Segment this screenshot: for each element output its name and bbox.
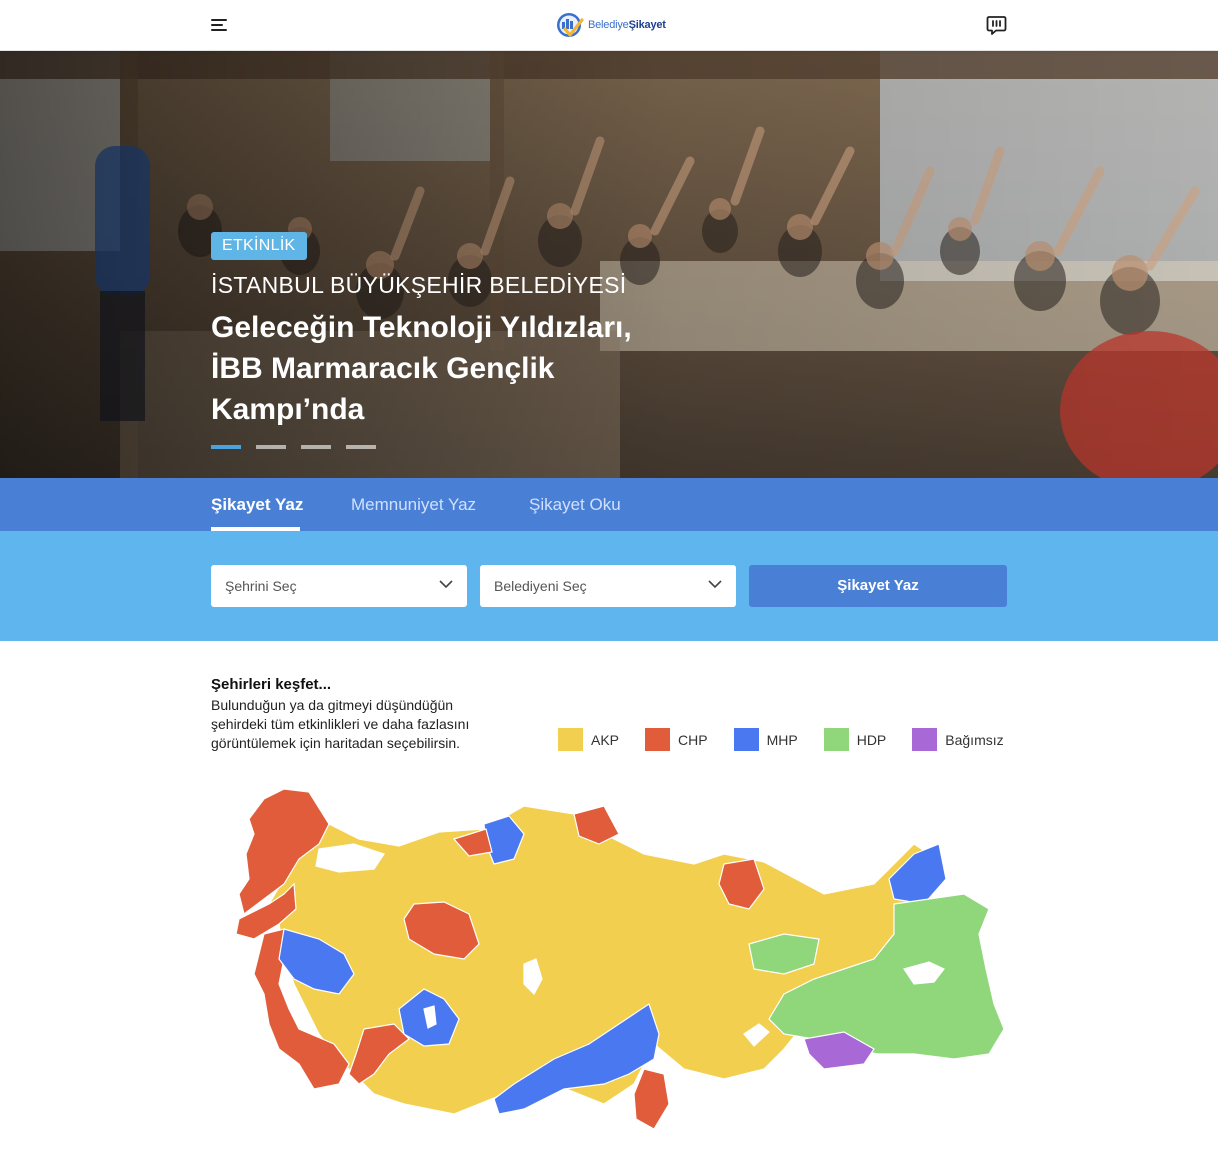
action-tabs: Şikayet Yaz Memnuniyet Yaz Şikayet Oku bbox=[0, 478, 1218, 531]
province-region-mhp-kars[interactable] bbox=[888, 843, 947, 905]
slider-pagination bbox=[211, 445, 376, 449]
legend-item-akp[interactable]: AKP bbox=[558, 728, 619, 751]
chevron-down-icon bbox=[439, 580, 453, 589]
tab-sikayet-oku[interactable]: Şikayet Oku bbox=[529, 495, 621, 515]
tab-memnuniyet-yaz[interactable]: Memnuniyet Yaz bbox=[351, 495, 476, 515]
legend-swatch bbox=[645, 728, 671, 751]
turkey-province-map[interactable] bbox=[224, 784, 1008, 1134]
legend-swatch bbox=[733, 728, 759, 751]
city-select[interactable]: Şehrini Seç bbox=[211, 565, 467, 607]
municipality-select[interactable]: Belediyeni Seç bbox=[480, 565, 736, 607]
message-icon[interactable] bbox=[986, 15, 1007, 36]
city-select-label: Şehrini Seç bbox=[225, 578, 297, 594]
write-complaint-button[interactable]: Şikayet Yaz bbox=[749, 565, 1007, 607]
map-legend: AKP CHP MHP HDP Bağımsız bbox=[558, 728, 1004, 751]
hero-content: ETKİNLİK İSTANBUL BÜYÜKŞEHİR BELEDİYESİ … bbox=[211, 232, 711, 430]
legend-item-bagimsiz[interactable]: Bağımsız bbox=[912, 728, 1004, 751]
province-region-chp-hatay[interactable] bbox=[633, 1068, 670, 1130]
hero-organization: İSTANBUL BÜYÜKŞEHİR BELEDİYESİ bbox=[211, 272, 627, 298]
slider-dot-4[interactable] bbox=[346, 445, 376, 449]
slider-dot-2[interactable] bbox=[256, 445, 286, 449]
legend-item-mhp[interactable]: MHP bbox=[733, 728, 798, 751]
explore-description: Bulunduğun ya da gitmeyi düşündüğün şehi… bbox=[211, 697, 470, 751]
legend-item-hdp[interactable]: HDP bbox=[823, 728, 886, 751]
logo-text: BelediyeŞikayet bbox=[588, 19, 666, 31]
legend-swatch bbox=[912, 728, 938, 751]
explore-title: Şehirleri keşfet... bbox=[211, 676, 332, 693]
site-logo[interactable]: BelediyeŞikayet bbox=[555, 11, 666, 39]
top-navigation-bar: BelediyeŞikayet bbox=[0, 0, 1218, 51]
slider-dot-3[interactable] bbox=[301, 445, 331, 449]
municipality-select-label: Belediyeni Seç bbox=[494, 578, 587, 594]
hero-slider[interactable]: ETKİNLİK İSTANBUL BÜYÜKŞEHİR BELEDİYESİ … bbox=[0, 51, 1218, 478]
logo-emblem-icon bbox=[557, 13, 584, 37]
chevron-down-icon bbox=[708, 580, 722, 589]
tab-sikayet-yaz[interactable]: Şikayet Yaz bbox=[211, 495, 303, 515]
hero-title[interactable]: Geleceğin Teknoloji Yıldızları, İBB Marm… bbox=[211, 307, 651, 430]
hamburger-menu-icon[interactable] bbox=[211, 17, 229, 33]
slider-dot-1[interactable] bbox=[211, 445, 241, 449]
legend-swatch bbox=[558, 728, 583, 751]
legend-swatch bbox=[823, 728, 849, 751]
complaint-form: Şehrini Seç Belediyeni Seç Şikayet Yaz bbox=[0, 531, 1218, 641]
legend-item-chp[interactable]: CHP bbox=[645, 728, 708, 751]
category-badge[interactable]: ETKİNLİK bbox=[211, 232, 307, 260]
